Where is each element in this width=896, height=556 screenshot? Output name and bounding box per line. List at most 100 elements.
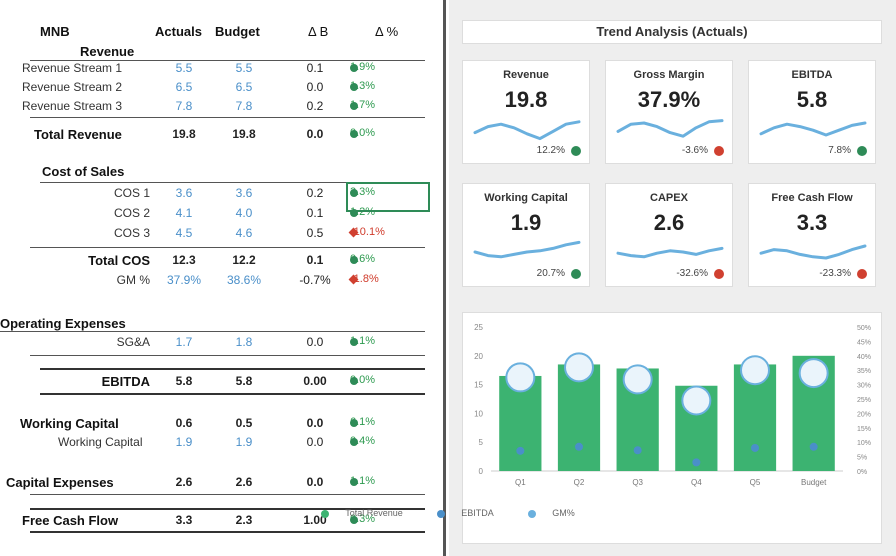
cell-budget: 1.9 xyxy=(235,435,253,449)
status-up-icon xyxy=(350,338,358,346)
sparkline-path xyxy=(473,240,581,259)
x-tick-label: Q3 xyxy=(632,478,643,487)
cell-actual: 1.7 xyxy=(175,335,193,349)
cell-delta: 0.00 xyxy=(303,374,327,388)
cell-actual: 4.1 xyxy=(175,206,193,220)
cell-delta-pct: 0.0% xyxy=(350,374,375,386)
cell-actual: 3.6 xyxy=(175,186,193,200)
table-row: COS 3 4.5 4.6 0.5 -10.1% xyxy=(0,223,446,243)
y-tick-label: 5 xyxy=(479,438,484,447)
sparkline-path xyxy=(473,120,581,141)
point-gm xyxy=(505,362,536,393)
y2-tick-label: 20% xyxy=(857,411,871,418)
financial-table: MNB Actuals Budget Δ B Δ % Revenue Reven… xyxy=(0,0,446,556)
y-tick-label: 20 xyxy=(474,352,483,361)
cell-budget: 7.8 xyxy=(235,99,253,113)
status-up-icon xyxy=(571,146,581,156)
dashboard: MNB Actuals Budget Δ B Δ % Revenue Reven… xyxy=(0,0,896,556)
status-up-icon xyxy=(350,419,358,427)
row-label: COS 3 xyxy=(113,226,150,240)
y2-tick-label: 40% xyxy=(857,354,871,361)
section-title: Operating Expenses xyxy=(0,316,126,331)
cell-delta: 0.2 xyxy=(306,186,324,200)
point-gm xyxy=(798,358,829,389)
row-label: GM % xyxy=(116,273,150,287)
kpi-value: 1.9 xyxy=(510,210,542,235)
cell-actual: 0.6 xyxy=(175,416,193,430)
kpi-change: -23.3% xyxy=(819,268,851,279)
cell-budget: 1.8 xyxy=(235,335,253,349)
y-tick-label: 0 xyxy=(479,467,484,476)
status-up-icon xyxy=(350,256,358,264)
legend-item-gm: GM% xyxy=(520,508,583,518)
cell-actual: 6.5 xyxy=(175,80,193,94)
row-label: EBITDA xyxy=(101,374,150,389)
cell-delta-pct: 1.7% xyxy=(350,99,375,111)
kpi-change: 20.7% xyxy=(536,268,565,279)
table-row: Working Capital 1.9 1.9 0.0 0.4% xyxy=(0,432,446,452)
delta-header: Δ B xyxy=(308,24,329,39)
row-label: Working Capital xyxy=(58,435,143,449)
point-ebitda xyxy=(751,443,759,452)
legend-swatch-ebitda xyxy=(437,509,446,518)
point-ebitda xyxy=(575,442,583,451)
cell-delta-pct: 1.9% xyxy=(350,61,375,73)
y-tick-label: 25 xyxy=(474,323,483,332)
kpi-value: 2.6 xyxy=(653,210,685,235)
cell-budget: 12.2 xyxy=(232,253,256,267)
chart-legend: Total Revenue EBITDA GM% xyxy=(0,508,896,518)
cell-actual: 2.6 xyxy=(175,475,193,489)
cell-delta: 0.0 xyxy=(306,475,324,489)
table-row: Revenue Stream 2 6.5 6.5 0.0 1.3% xyxy=(0,77,446,97)
status-up-icon xyxy=(350,478,358,486)
cell-actual: 1.9 xyxy=(175,435,193,449)
kpi-change: 12.2% xyxy=(536,145,565,156)
sparkline-path xyxy=(616,246,724,259)
row-label: Total Revenue xyxy=(34,127,122,142)
kpi-card: Working Capital 1.9 20.7% xyxy=(462,183,590,287)
cell-delta: 0.0 xyxy=(306,435,324,449)
legend-swatch-gm xyxy=(528,509,537,518)
cell-actual: 5.8 xyxy=(175,374,193,388)
kpi-card: Gross Margin 37.9% -3.6% xyxy=(605,60,733,164)
kpi-value: 19.8 xyxy=(504,87,548,112)
cell-actual: 37.9% xyxy=(166,273,202,287)
x-tick-label: Q5 xyxy=(750,478,761,487)
divider xyxy=(30,117,425,118)
status-down-icon xyxy=(714,146,724,156)
kpi-change: -32.6% xyxy=(676,268,708,279)
status-up-icon xyxy=(350,438,358,446)
divider xyxy=(40,368,425,370)
kpi-card: EBITDA 5.8 7.8% xyxy=(748,60,876,164)
point-gm xyxy=(564,352,594,383)
x-tick-label: Budget xyxy=(801,478,827,487)
kpi-value: 3.3 xyxy=(796,210,828,235)
revenue-section: Revenue xyxy=(80,44,135,59)
cell-delta-pct: 1.3% xyxy=(350,80,375,92)
cell-budget: 19.8 xyxy=(232,127,256,141)
cell-delta: 0.1 xyxy=(306,253,324,267)
status-down-icon xyxy=(714,269,724,279)
table-row: Revenue Stream 3 7.8 7.8 0.2 1.7% xyxy=(0,96,446,116)
cell-delta: 0.0 xyxy=(306,335,324,349)
cell-budget: 4.6 xyxy=(235,226,253,240)
y2-tick-label: 0% xyxy=(857,469,867,476)
y-tick-label: 10 xyxy=(474,409,483,418)
legend-label-ebitda: EBITDA xyxy=(461,508,494,518)
cell-actual: 12.3 xyxy=(172,253,196,267)
actuals-header: Actuals xyxy=(155,24,202,39)
cell-delta-pct: 1.1% xyxy=(350,475,375,487)
trend-title: Trend Analysis (Actuals) xyxy=(462,20,882,44)
row-label: Working Capital xyxy=(20,416,119,431)
status-up-icon xyxy=(350,102,358,110)
legend-label-revenue: Total Revenue xyxy=(345,508,403,518)
status-up-icon xyxy=(857,146,867,156)
row-label: Revenue Stream 1 xyxy=(22,61,123,75)
table-row: GM % 37.9% 38.6% -0.7% -1.8% xyxy=(0,270,446,290)
table-row: SG&A 1.7 1.8 0.0 1.1% xyxy=(0,332,446,352)
table-row: Revenue Stream 1 5.5 5.5 0.1 1.9% xyxy=(0,58,446,78)
kpi-value: 37.9% xyxy=(637,87,701,112)
y2-tick-label: 25% xyxy=(857,397,871,404)
y2-tick-label: 35% xyxy=(857,368,871,375)
legend-item-ebitda: EBITDA xyxy=(429,508,502,518)
